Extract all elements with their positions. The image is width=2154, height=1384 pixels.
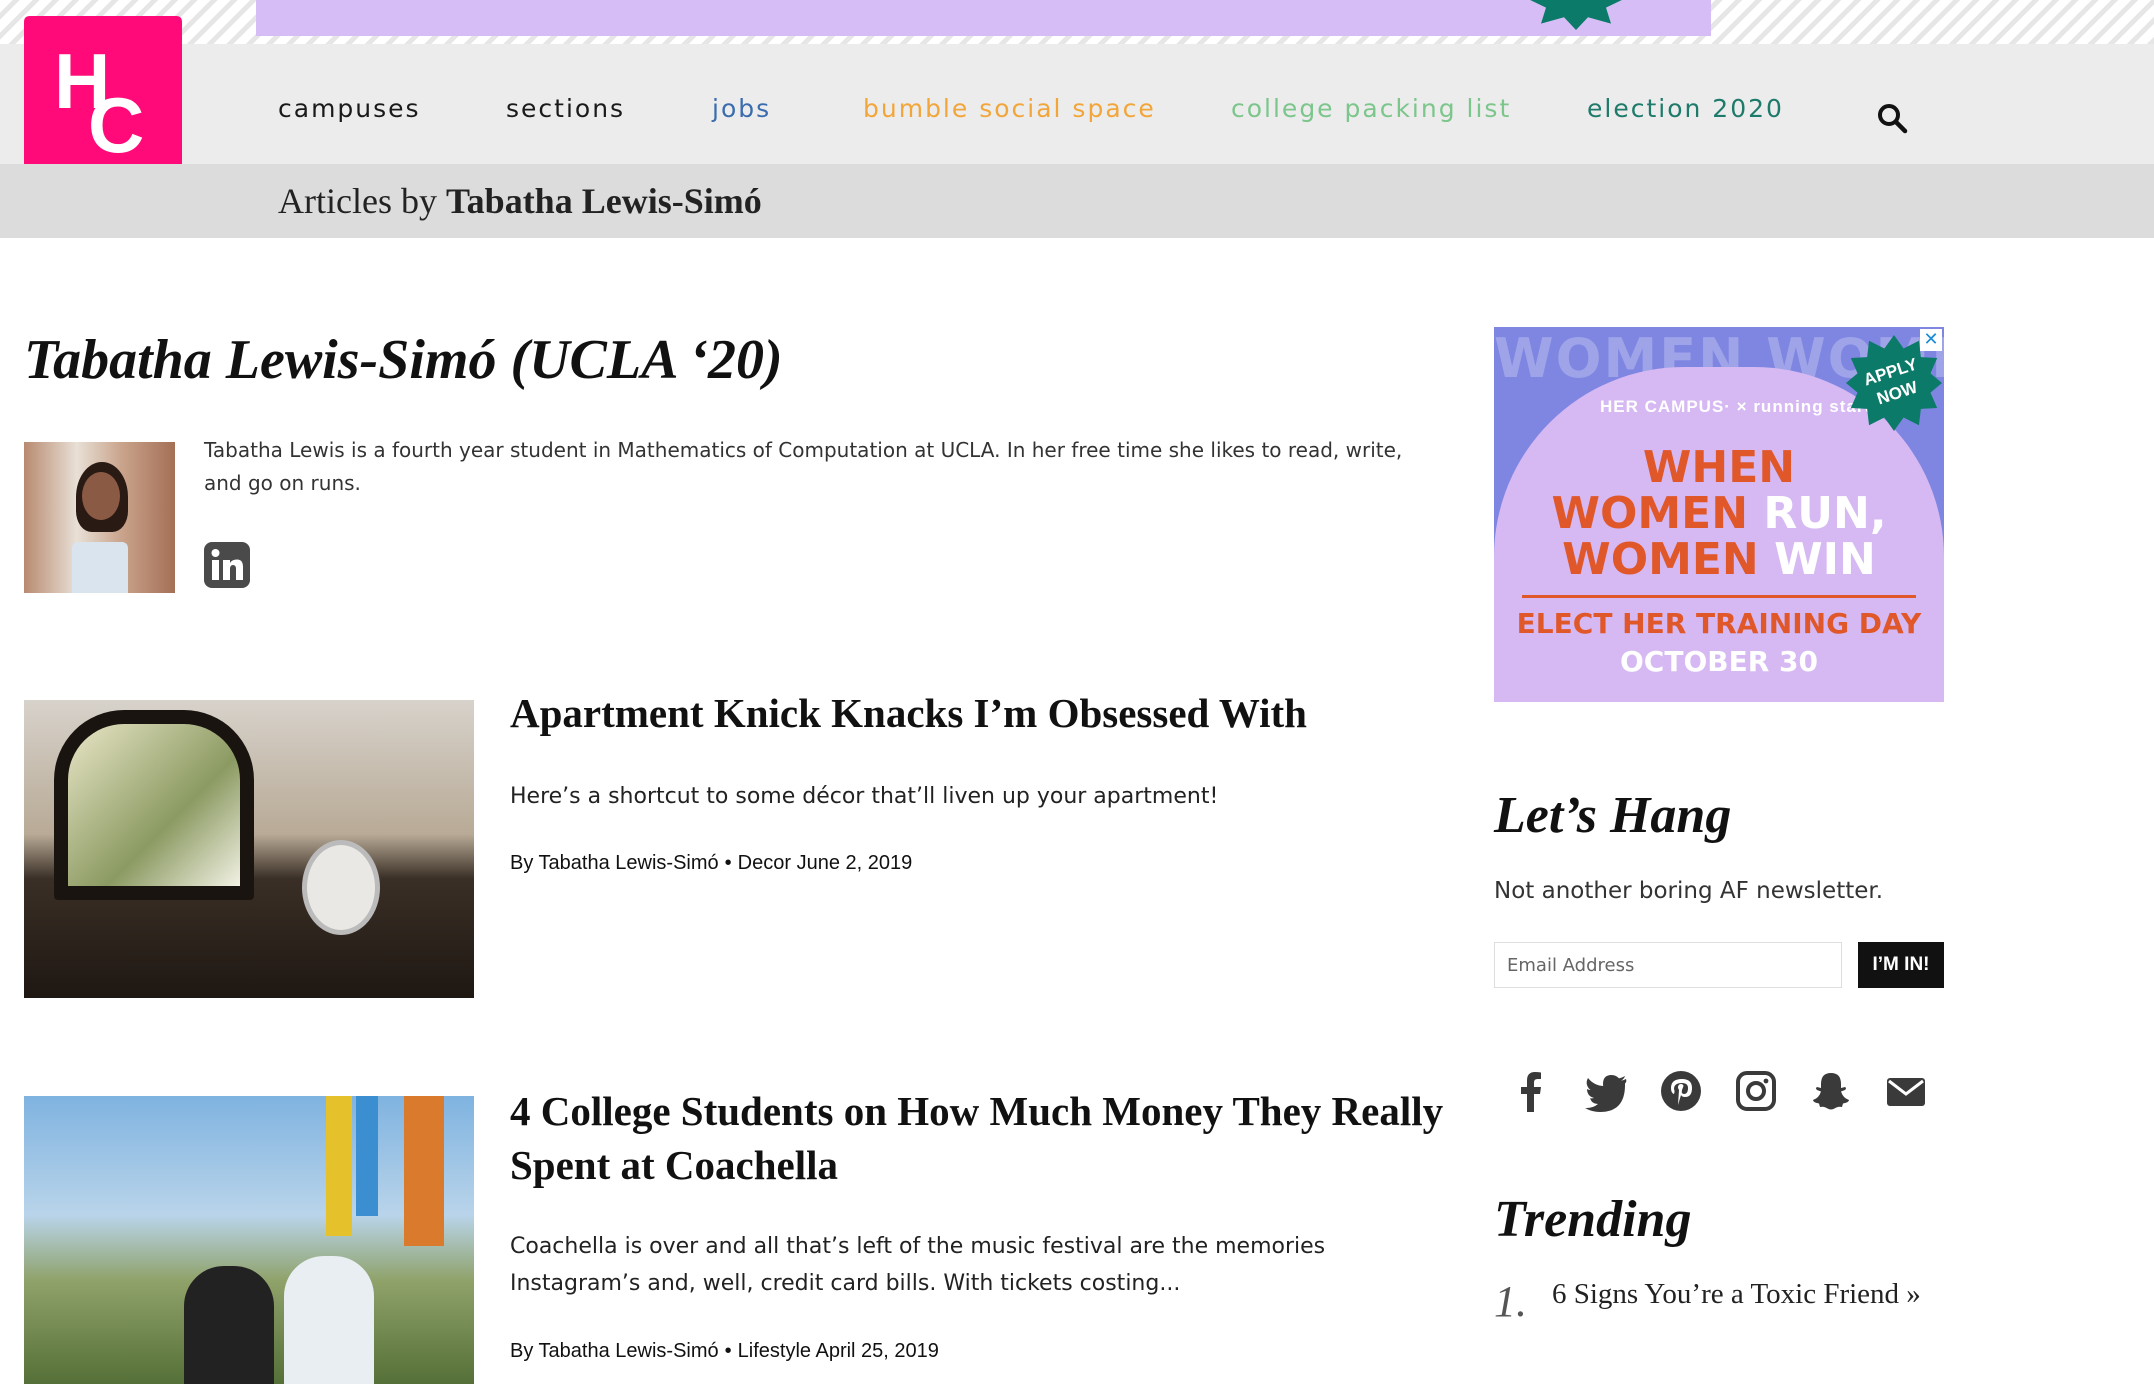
article-title[interactable]: 4 College Students on How Much Money The…	[510, 1084, 1450, 1192]
nav-bumble-social-space[interactable]: bumble social space	[863, 94, 1156, 123]
author-avatar	[24, 442, 175, 593]
ad-headline-3b: WIN	[1774, 534, 1876, 585]
email-icon[interactable]	[1883, 1068, 1929, 1114]
search-icon[interactable]	[1876, 102, 1908, 134]
ad-headline-2: WOMEN RUN,	[1494, 491, 1944, 537]
twitter-icon[interactable]	[1583, 1068, 1629, 1114]
main-nav: campuses sections jobs bumble social spa…	[0, 44, 2154, 164]
email-field[interactable]	[1494, 942, 1842, 988]
article-excerpt: Here’s a shortcut to some décor that’ll …	[510, 784, 1219, 809]
pinterest-icon[interactable]	[1658, 1068, 1704, 1114]
article-author-link[interactable]: Tabatha Lewis-Simó	[539, 852, 719, 874]
ad-subhead-1: ELECT HER TRAINING DAY	[1516, 607, 1922, 640]
article-author-link[interactable]: Tabatha Lewis-Simó	[539, 1340, 719, 1362]
trending-heading: Trending	[1494, 1191, 1692, 1248]
article-excerpt: Coachella is over and all that’s left of…	[510, 1234, 1326, 1296]
ad-headline-2b: RUN,	[1763, 488, 1887, 539]
articles-by-bar: Articles by Tabatha Lewis-Simó	[0, 164, 2154, 238]
article-date: June 2, 2019	[796, 852, 913, 874]
top-ad-badge	[1526, 0, 1626, 30]
snapchat-icon[interactable]	[1808, 1068, 1854, 1114]
nav-election-2020[interactable]: election 2020	[1587, 94, 1784, 123]
nav-college-packing-list[interactable]: college packing list	[1231, 94, 1511, 123]
ad-headline-3a: WOMEN	[1562, 534, 1759, 585]
ad-headline-3: WOMEN WIN	[1494, 537, 1944, 583]
article-meta: By Tabatha Lewis-Simó • Decor June 2, 2019	[510, 852, 912, 875]
article-by: By	[510, 1340, 534, 1362]
ad-brand: HER CAMPUS· × running start	[1600, 397, 1872, 416]
subscribe-button[interactable]: I’M IN!	[1858, 942, 1944, 988]
article-separator: •	[724, 852, 732, 874]
ad-subhead-2: OCTOBER 30	[1620, 645, 1818, 678]
articles-by-prefix: Articles by	[278, 181, 437, 221]
article-title[interactable]: Apartment Knick Knacks I’m Obsessed With	[510, 686, 1450, 740]
nav-sections[interactable]: sections	[506, 94, 625, 123]
ad-headline-2a: WOMEN	[1551, 488, 1749, 539]
ad-headline-1: WHEN	[1642, 442, 1796, 493]
article-meta: By Tabatha Lewis-Simó • Lifestyle April 25…	[510, 1340, 939, 1363]
author-bio: Tabatha Lewis is a fourth year student i…	[204, 438, 1403, 495]
nav-jobs[interactable]: jobs	[712, 94, 771, 123]
trending-number: 1.	[1494, 1277, 1527, 1326]
sidebar-ad[interactable]: WOMEN WOMEN HER CAMPUS· × running start …	[1494, 327, 1944, 702]
linkedin-icon[interactable]	[204, 542, 250, 588]
articles-by-heading: Articles by Tabatha Lewis-Simó	[278, 180, 762, 222]
trending-link[interactable]: 6 Signs You’re a Toxic Friend »	[1552, 1278, 1921, 1311]
articles-by-author: Tabatha Lewis-Simó	[445, 181, 762, 221]
nav-campuses[interactable]: campuses	[278, 94, 421, 123]
article-date: April 25, 2019	[815, 1340, 939, 1362]
article-separator: •	[724, 1340, 732, 1362]
svg-text:C: C	[88, 81, 144, 169]
article-section-link[interactable]: Lifestyle	[738, 1340, 811, 1362]
article-section-link[interactable]: Decor	[738, 852, 791, 874]
author-name: Tabatha Lewis-Simó (UCLA ‘20)	[24, 329, 783, 391]
facebook-icon[interactable]	[1508, 1068, 1554, 1114]
top-ad-banner[interactable]	[256, 0, 1711, 36]
newsletter-text: Not another boring AF newsletter.	[1494, 878, 1884, 904]
ad-close-icon[interactable]: ✕	[1920, 329, 1942, 351]
instagram-icon[interactable]	[1733, 1068, 1779, 1114]
ad-divider	[1522, 595, 1916, 598]
article-by: By	[510, 852, 534, 874]
article-thumbnail[interactable]	[24, 1096, 474, 1384]
article-thumbnail[interactable]	[24, 700, 474, 998]
newsletter-heading: Let’s Hang	[1494, 787, 1732, 844]
